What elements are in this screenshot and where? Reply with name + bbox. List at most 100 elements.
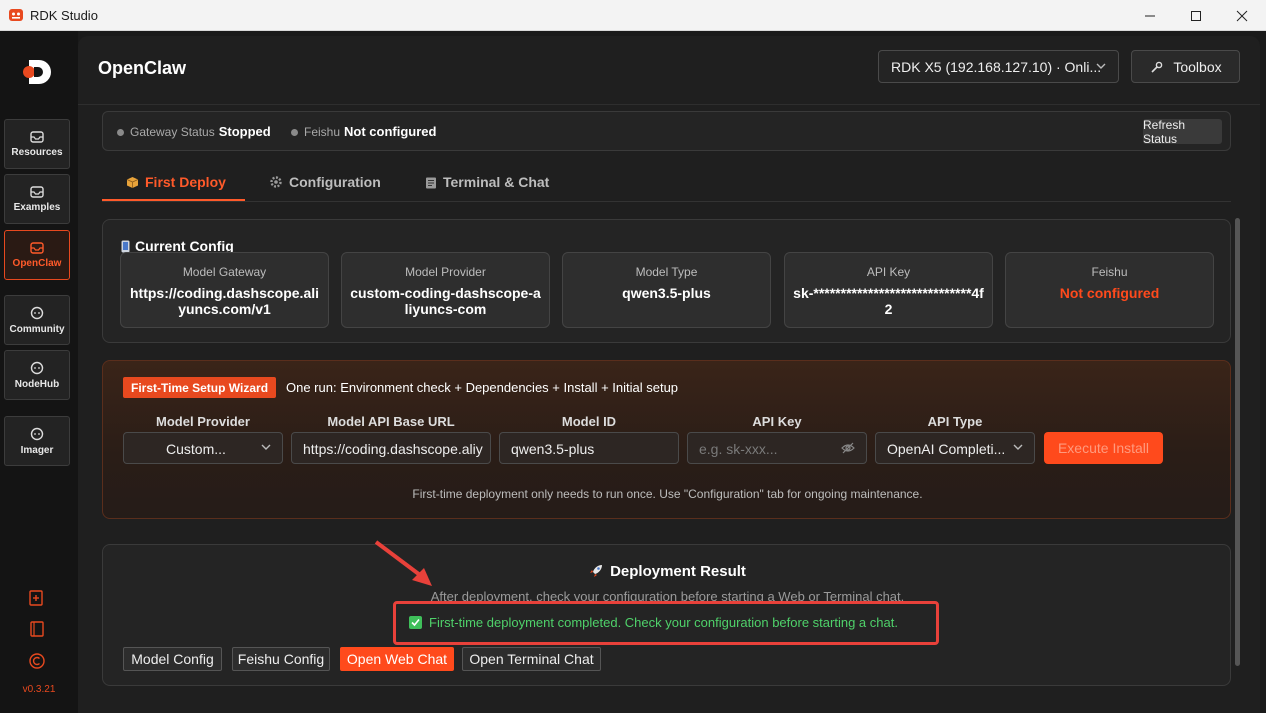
sidebar-item-label: Community (9, 323, 65, 335)
config-card-key: Model Gateway (182, 265, 267, 279)
sidebar-item-resources[interactable]: Resources (4, 119, 70, 169)
book-icon[interactable] (28, 620, 46, 638)
provider-label: Model Provider (156, 414, 250, 429)
status-bar: Gateway Status Stopped Feishu Not configur… (102, 111, 1231, 151)
refresh-status-button[interactable]: Refresh Status (1143, 118, 1222, 146)
clipboard-icon (426, 177, 436, 188)
chat-bubble-icon (30, 361, 44, 374)
provider-select-value: Custom... (166, 441, 226, 457)
api-key-label: API Key (752, 414, 802, 429)
sidebar-item-openclaw[interactable]: OpenClaw (4, 230, 70, 280)
close-button[interactable] (1219, 0, 1265, 31)
tab-first-deploy[interactable]: First Deploy (126, 174, 226, 190)
sidebar-item-label: Resources (11, 146, 63, 158)
maximize-button[interactable] (1173, 0, 1219, 31)
model-id-label: Model ID (561, 414, 617, 429)
inbox-icon (30, 130, 44, 143)
tab-label: Configuration (289, 174, 381, 190)
api-type-label: API Type (927, 414, 983, 429)
phone-icon (121, 240, 130, 252)
minimize-button[interactable] (1127, 0, 1173, 31)
window-title: RDK Studio (30, 8, 98, 23)
sidebar-item-community[interactable]: Community (4, 295, 70, 345)
inbox-icon (30, 185, 44, 198)
config-card-key: Model Type (635, 265, 698, 279)
config-card-key: Feishu (1091, 265, 1128, 279)
app-version: v0.3.21 (22, 684, 56, 695)
wizard-description: One run: Environment check + Dependencie… (286, 380, 679, 395)
copyright-icon[interactable] (28, 652, 46, 670)
status-dot-icon (291, 129, 298, 137)
config-card-key: Model Provider (405, 265, 486, 279)
provider-select[interactable]: Custom... (123, 432, 283, 464)
success-message-highlight: First-time deployment completed. Check y… (393, 601, 939, 645)
tab-configuration[interactable]: Configuration (269, 174, 381, 190)
sidebar-item-imager[interactable]: Imager (4, 416, 70, 466)
annotation-arrow-icon (374, 540, 432, 586)
inbox-icon (30, 241, 44, 254)
tab-terminal-chat[interactable]: Terminal & Chat (425, 174, 549, 190)
feishu-status: Feishu Not configured (291, 124, 436, 139)
open-terminal-chat-button[interactable]: Open Terminal Chat (462, 647, 601, 671)
deployment-result-panel: Deployment Result After deployment, chec… (102, 544, 1231, 686)
feishu-config-button[interactable]: Feishu Config (232, 647, 330, 671)
feishu-status-label: Feishu (304, 125, 341, 139)
sidebar-item-label: NodeHub (14, 378, 60, 390)
gear-icon (270, 176, 282, 188)
config-card-key: API Key (866, 265, 911, 279)
result-title-text: Deployment Result (610, 563, 746, 580)
current-config-panel: Current Config Model Gateway https://codi… (102, 219, 1231, 343)
device-select-value: RDK X5 (192.168.127.10) · Onli... (891, 59, 1102, 75)
wrench-icon (1151, 61, 1163, 73)
toolbox-button[interactable]: Toolbox (1131, 50, 1240, 83)
chat-bubble-icon (30, 427, 44, 440)
execute-install-button[interactable]: Execute Install (1044, 432, 1163, 464)
maximize-icon (1191, 10, 1201, 21)
model-config-button[interactable]: Model Config (123, 647, 222, 671)
minimize-icon (1145, 15, 1155, 16)
sidebar-item-label: OpenClaw (12, 257, 62, 269)
open-web-chat-button[interactable]: Open Web Chat (340, 647, 454, 671)
tab-divider (102, 201, 1231, 202)
config-card-value: Not configured (1059, 285, 1160, 301)
gateway-status-value: Stopped (218, 124, 271, 139)
sidebar: Resources Examples OpenClaw Community No… (0, 31, 78, 713)
sidebar-item-nodehub[interactable]: NodeHub (4, 350, 70, 400)
config-card-value: qwen3.5-plus (622, 285, 711, 301)
model-id-input[interactable]: qwen3.5-plus (499, 432, 679, 464)
config-card-feishu: Feishu Not configured (1005, 252, 1214, 328)
api-type-select-value: OpenAI Completi... (887, 441, 1006, 457)
tab-label: First Deploy (145, 174, 226, 190)
add-device-icon[interactable] (28, 589, 46, 607)
wizard-note: First-time deployment only needs to run … (412, 487, 923, 501)
feishu-status-value: Not configured (344, 124, 437, 139)
app-icon (9, 9, 23, 21)
chevron-down-icon (1096, 63, 1106, 69)
app-logo (23, 60, 51, 84)
api-type-select[interactable]: OpenAI Completi... (875, 432, 1035, 464)
wizard-badge: First-Time Setup Wizard (123, 377, 277, 398)
result-title: Deployment Result (103, 563, 1232, 580)
success-text: First-time deployment completed. Check y… (429, 615, 898, 630)
chat-bubble-icon (30, 306, 44, 319)
config-card-model-provider: Model Provider custom-coding-dashscope-al… (341, 252, 550, 328)
scrollbar[interactable] (1235, 218, 1240, 666)
window-titlebar: RDK Studio (0, 0, 1266, 31)
success-message: First-time deployment completed. Check y… (409, 615, 898, 630)
sidebar-item-examples[interactable]: Examples (4, 174, 70, 224)
config-card-model-type: Model Type qwen3.5-plus (562, 252, 771, 328)
check-icon (409, 616, 422, 629)
toolbox-label: Toolbox (1173, 58, 1222, 75)
config-card-api-key: API Key sk-*****************************4… (784, 252, 993, 328)
base-url-label: Model API Base URL (327, 414, 455, 429)
config-card-value: https://coding.dashscope.aliyuncs.com/v1 (129, 285, 320, 317)
config-card-model-gateway: Model Gateway https://coding.dashscope.al… (120, 252, 329, 328)
device-select[interactable]: RDK X5 (192.168.127.10) · Onli... (878, 50, 1119, 83)
close-icon (1236, 10, 1248, 21)
config-card-value: custom-coding-dashscope-aliyuncs-com (350, 285, 541, 317)
setup-wizard-panel: First-Time Setup Wizard One run: Environ… (102, 360, 1231, 519)
base-url-input[interactable]: https://coding.dashscope.aliy (291, 432, 491, 464)
api-key-input[interactable]: e.g. sk-xxx... (687, 432, 867, 464)
gateway-status: Gateway Status Stopped (117, 124, 271, 139)
eye-off-icon[interactable] (841, 442, 855, 454)
